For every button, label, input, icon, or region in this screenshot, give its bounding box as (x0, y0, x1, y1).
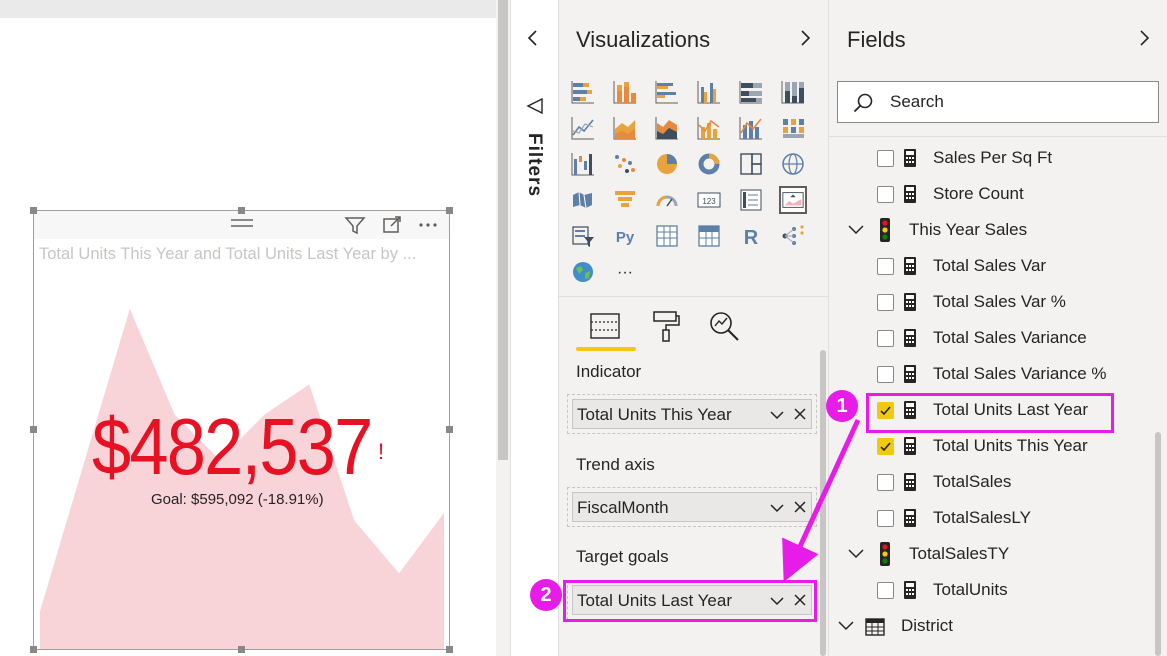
drag-arrow-annotation (782, 418, 861, 583)
step-callout-2: 2 (530, 579, 562, 611)
step-callout-1: 1 (826, 390, 858, 422)
